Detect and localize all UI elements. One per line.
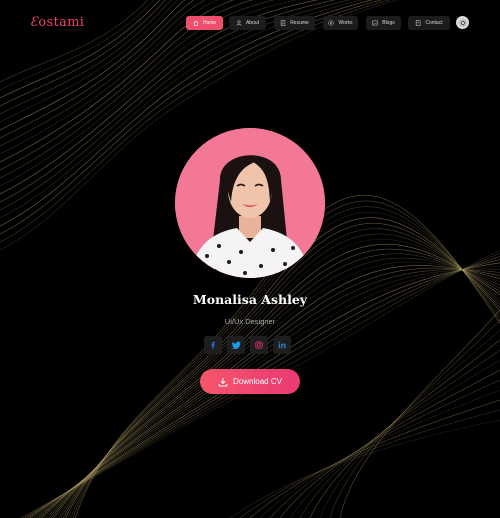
nav-about[interactable]: About [229,16,266,30]
nav-contact-label: Contact [425,20,443,26]
social-links [204,336,291,354]
profile-name: Monalisa Ashley [192,292,308,307]
download-icon [218,377,228,386]
top-navbar: Ɛostami Home About Resume Works Blogs Co… [0,0,500,46]
contour-line [319,329,500,518]
user-icon [236,20,242,26]
theme-toggle-button[interactable] [456,16,469,29]
contour-line [279,369,500,518]
instagram-icon [255,341,263,349]
document-icon [280,20,286,26]
app-window: Ɛostami Home About Resume Works Blogs Co… [0,0,500,518]
contour-line [289,359,500,518]
image-icon [372,20,378,26]
linkedin-link[interactable] [273,336,291,354]
nav-blogs[interactable]: Blogs [366,16,401,30]
contour-line [229,419,500,518]
nav-works-label: Works [338,20,353,26]
download-cv-button[interactable]: Download CV [200,369,300,394]
nav-about-label: About [245,20,260,26]
site-logo[interactable]: Ɛostami [30,15,84,30]
profile-photo [175,128,325,278]
download-cv-label: Download CV [233,377,282,386]
nav-resume-label: Resume [290,20,309,26]
nav-resume[interactable]: Resume [274,16,315,30]
nav-blogs-label: Blogs [382,20,395,26]
nav-contact[interactable]: Contact [408,16,450,30]
nav-works[interactable]: Works [323,16,358,30]
contour-line [329,319,500,518]
facebook-icon [211,341,215,349]
contour-line [239,409,500,518]
address-book-icon [416,20,421,26]
twitter-icon [231,341,241,349]
nav-home-label: Home [202,20,217,26]
logo-text: ostami [38,15,85,30]
sun-icon [458,18,467,27]
contour-line [339,309,500,518]
profile-avatar [175,128,325,278]
home-icon [193,20,199,26]
twitter-link[interactable] [227,336,245,354]
briefcase-icon [328,20,335,26]
contour-line [299,349,500,518]
facebook-link[interactable] [204,336,222,354]
contour-line [259,389,500,518]
nav-home[interactable]: Home [186,16,223,30]
linkedin-icon [278,341,286,349]
instagram-link[interactable] [250,336,268,354]
contour-line [269,379,500,518]
profile-role: Ui/Ux Designer [224,317,276,326]
